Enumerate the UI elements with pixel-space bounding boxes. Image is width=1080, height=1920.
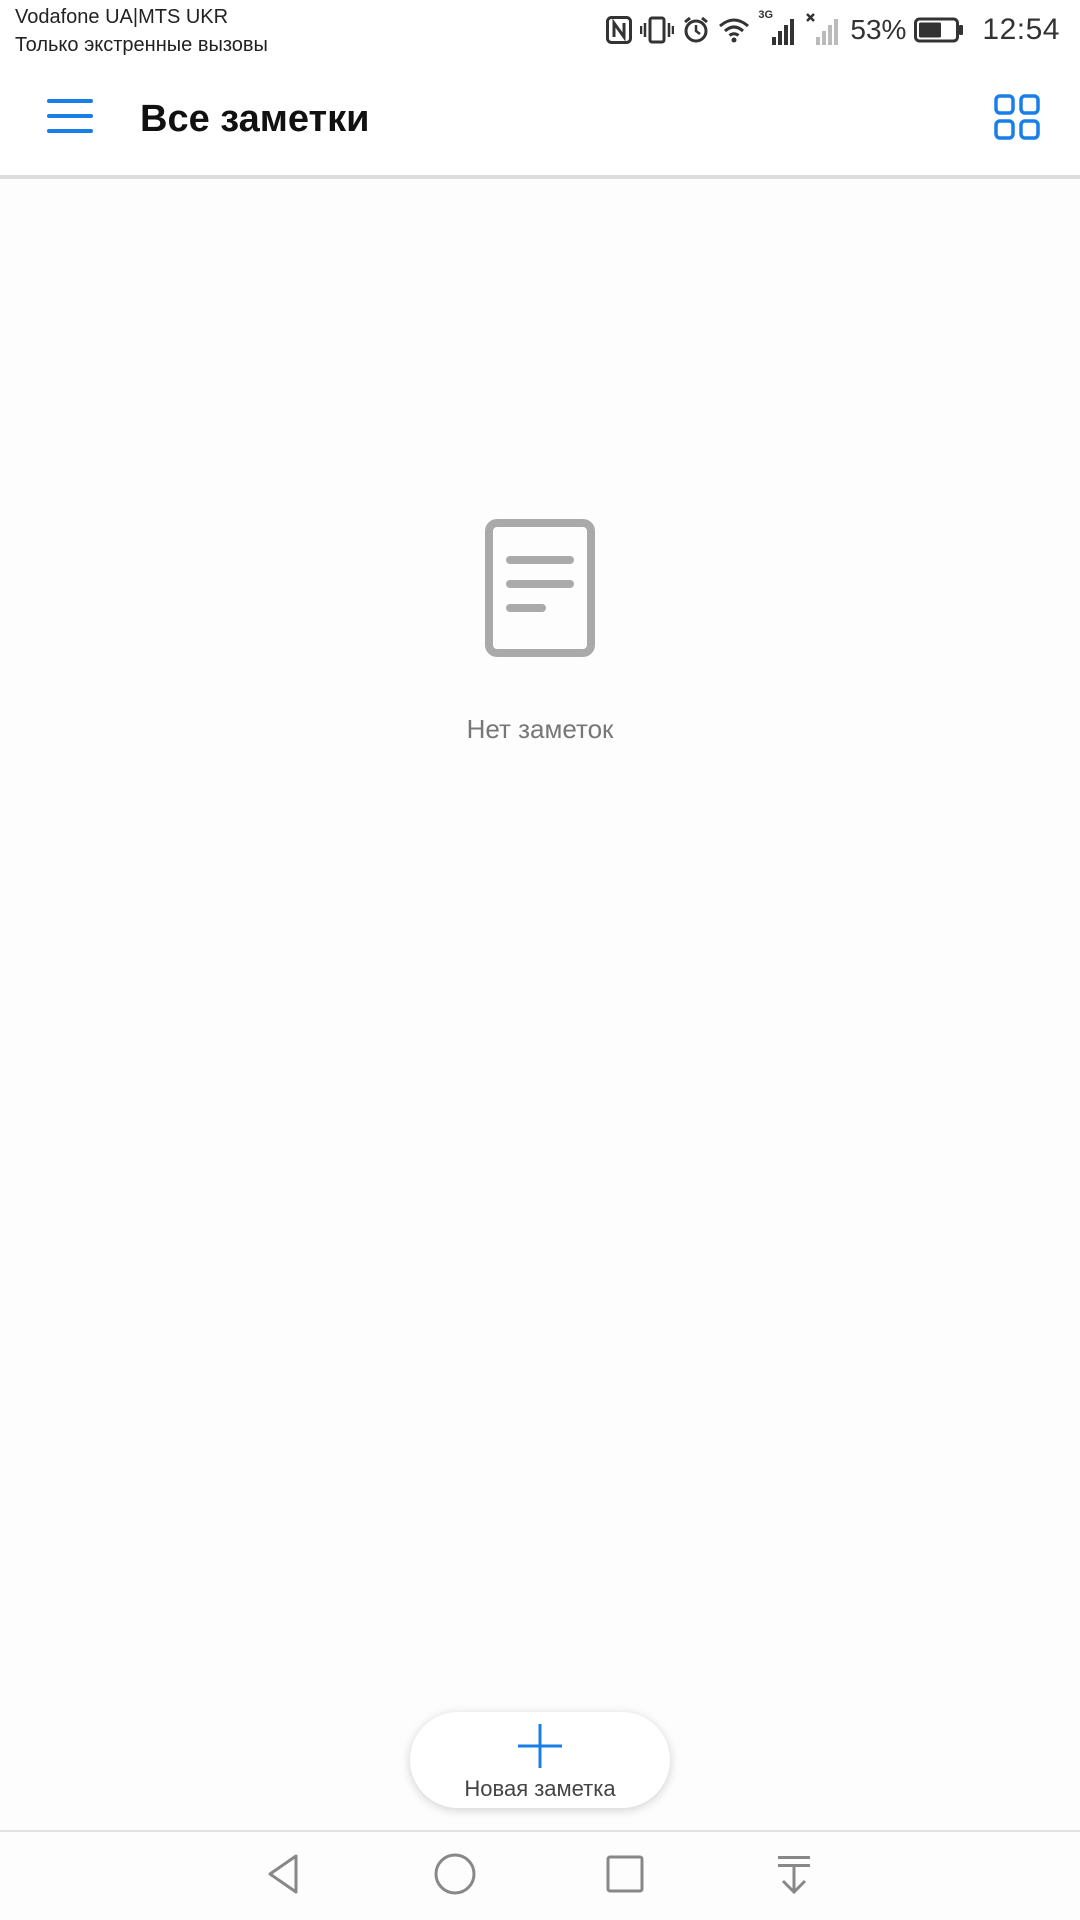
- battery-icon: [914, 17, 964, 43]
- status-icons: 3G 53% 12:54: [606, 9, 1060, 50]
- recents-icon: [603, 1852, 647, 1901]
- page-title: Все заметки: [140, 98, 370, 140]
- signal-icon: 3G: [758, 9, 798, 47]
- plus-icon: [516, 1722, 564, 1770]
- grid-view-icon: [994, 93, 1040, 145]
- emergency-calls-only: Только экстренные вызовы: [15, 34, 268, 56]
- menu-button[interactable]: [28, 86, 112, 150]
- recents-button[interactable]: [593, 1844, 657, 1908]
- notifications-pull-icon: [772, 1852, 816, 1901]
- notifications-pull-button[interactable]: [762, 1844, 826, 1908]
- carrier-name: Vodafone UA|MTS UKR: [15, 6, 229, 28]
- grid-view-toggle-button[interactable]: [982, 84, 1052, 154]
- battery-percent: 53%: [850, 14, 907, 45]
- navigation-bar: [0, 1832, 1080, 1920]
- vibrate-icon: [640, 16, 675, 44]
- app-bar: Все заметки: [0, 60, 1080, 175]
- new-note-label: Новая заметка: [464, 1776, 616, 1801]
- back-button[interactable]: [252, 1844, 316, 1908]
- home-button[interactable]: [423, 1844, 487, 1908]
- empty-state-message: Нет заметок: [466, 714, 614, 744]
- wifi-icon: [718, 17, 750, 43]
- hamburger-menu-icon: [47, 98, 93, 139]
- back-icon: [262, 1852, 306, 1901]
- new-note-button[interactable]: Новая заметка: [410, 1712, 670, 1808]
- no-signal-icon: [806, 13, 840, 47]
- home-icon: [433, 1852, 477, 1901]
- note-document-icon: [484, 518, 596, 658]
- nfc-icon: [606, 16, 633, 44]
- notes-screen: Vodafone UA|MTS UKR Только экстренные вы…: [0, 0, 1080, 1920]
- clock: 12:54: [982, 13, 1060, 46]
- app-bar-divider: [0, 175, 1080, 179]
- status-bar: Vodafone UA|MTS UKR Только экстренные вы…: [0, 0, 1080, 60]
- alarm-icon: [682, 16, 710, 44]
